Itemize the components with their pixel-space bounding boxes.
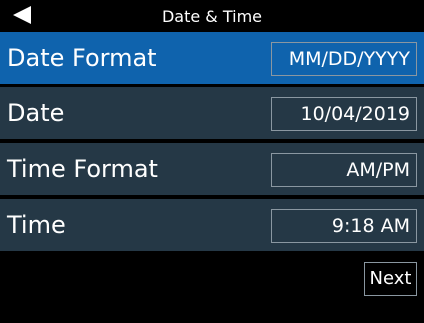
date-format-label: Date Format bbox=[7, 44, 157, 72]
date-format-row[interactable]: Date Format MM/DD/YYYY bbox=[0, 32, 424, 84]
date-field[interactable]: 10/04/2019 bbox=[271, 97, 417, 131]
time-label: Time bbox=[7, 211, 66, 239]
time-format-label: Time Format bbox=[7, 155, 158, 183]
date-label: Date bbox=[7, 99, 65, 127]
header-bar: Date & Time bbox=[0, 0, 424, 32]
footer-bar: Next bbox=[0, 252, 424, 323]
date-format-field[interactable]: MM/DD/YYYY bbox=[271, 42, 417, 76]
page-title: Date & Time bbox=[161, 7, 263, 26]
time-format-row[interactable]: Time Format AM/PM bbox=[0, 143, 424, 195]
date-row[interactable]: Date 10/04/2019 bbox=[0, 87, 424, 139]
date-time-screen: Date & Time Date Format MM/DD/YYYY Date … bbox=[0, 0, 424, 323]
time-format-field[interactable]: AM/PM bbox=[271, 153, 417, 187]
time-field[interactable]: 9:18 AM bbox=[271, 209, 417, 243]
time-row[interactable]: Time 9:18 AM bbox=[0, 199, 424, 251]
next-button[interactable]: Next bbox=[364, 262, 417, 296]
